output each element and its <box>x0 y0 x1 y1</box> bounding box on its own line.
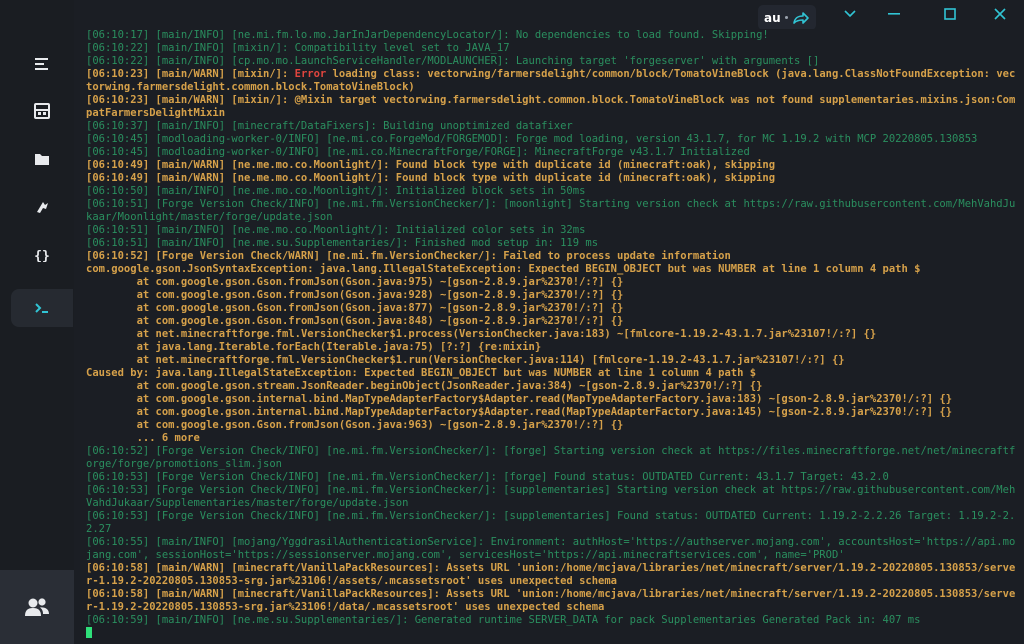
console-line: [06:10:58] [main/WARN] [minecraft/Vanill… <box>86 588 1016 613</box>
console-line: at com.google.gson.internal.bind.MapType… <box>86 393 953 405</box>
console-line: [06:10:22] [main/INFO] [cp.mo.mo.LaunchS… <box>86 55 820 67</box>
language-chip[interactable]: au <box>758 5 816 30</box>
square-icon <box>944 8 956 20</box>
console-line: at com.google.gson.Gson.fromJson(Gson.ja… <box>86 419 624 431</box>
console-line: [06:10:37] [main/INFO] [minecraft/DataFi… <box>86 120 573 132</box>
console-line: at net.minecraftforge.fml.VersionChecker… <box>86 354 845 366</box>
sidebar-item-console[interactable] <box>11 289 73 327</box>
console-line: at com.google.gson.Gson.fromJson(Gson.ja… <box>86 276 624 288</box>
console-line: [06:10:52] [Forge Version Check/WARN] [n… <box>86 250 731 262</box>
console-line: [06:10:53] [Forge Version Check/INFO] [n… <box>86 484 1016 509</box>
console-line: [06:10:49] [main/WARN] [ne.me.mo.co.Moon… <box>86 159 776 171</box>
console-line: at com.google.gson.stream.JsonReader.beg… <box>86 380 763 392</box>
language-code: au <box>764 10 781 25</box>
plugins-icon <box>37 202 48 213</box>
console-line: at com.google.gson.Gson.fromJson(Gson.ja… <box>86 302 624 314</box>
console-line: [06:10:50] [main/INFO] [ne.me.mo.co.Moon… <box>86 185 586 197</box>
console-line: at com.google.gson.internal.bind.MapType… <box>86 406 953 418</box>
console-line: [06:10:49] [main/WARN] [ne.me.mo.co.Moon… <box>86 172 776 184</box>
console-line: [06:10:51] [main/INFO] [ne.me.su.Supplem… <box>86 237 599 249</box>
sidebar: {} <box>0 0 74 644</box>
console-line: at com.google.gson.Gson.fromJson(Gson.ja… <box>86 289 624 301</box>
sidebar-item-users[interactable] <box>0 570 74 644</box>
separator-dot <box>784 16 788 19</box>
console-line: ... 6 more <box>86 432 200 444</box>
users-icon <box>25 598 49 616</box>
close-button[interactable] <box>988 4 1012 24</box>
console-line: at java.lang.Iterable.forEach(Iterable.j… <box>86 341 542 353</box>
hide-button[interactable] <box>882 4 906 24</box>
console-line: [06:10:23] [main/WARN] [mixin/]: Error l… <box>86 68 1016 93</box>
terminal-icon <box>35 303 48 313</box>
list-icon <box>35 58 48 70</box>
console-line: [06:10:45] [modloading-worker-0/INFO] [n… <box>86 146 750 158</box>
folder-icon <box>35 154 49 165</box>
console-prompt[interactable] <box>84 627 1024 641</box>
console-line: [06:10:59] [main/INFO] [ne.me.su.Supplem… <box>86 614 921 626</box>
console-line: Caused by: java.lang.IllegalStateExcepti… <box>86 367 757 379</box>
console-line: [06:10:22] [main/INFO] [mixin/]: Compati… <box>86 42 510 54</box>
share-arrow-icon <box>792 11 809 24</box>
error-keyword: Error <box>294 68 327 80</box>
server-icon <box>34 103 50 119</box>
console-output[interactable]: [06:10:17] [main/INFO] [ne.mi.fm.lo.mo.J… <box>84 29 1024 644</box>
console-line: [06:10:52] [Forge Version Check/INFO] [n… <box>86 445 1016 470</box>
console-line: [06:10:55] [main/INFO] [mojang/Yggdrasil… <box>86 536 1016 561</box>
console-line: com.google.gson.JsonSyntaxException: jav… <box>86 263 921 275</box>
console-line: [06:10:51] [Forge Version Check/INFO] [n… <box>86 198 1016 223</box>
chevron-down-icon <box>844 10 856 18</box>
sidebar-item-list[interactable] <box>11 45 73 83</box>
text-cursor <box>86 627 92 638</box>
sidebar-item-server[interactable] <box>11 92 73 130</box>
minimize-button[interactable] <box>838 4 862 24</box>
close-icon <box>994 8 1006 20</box>
console-line: [06:10:51] [main/INFO] [ne.me.mo.co.Moon… <box>86 224 586 236</box>
console-line: at com.google.gson.Gson.fromJson(Gson.ja… <box>86 315 624 327</box>
minus-icon <box>888 13 900 15</box>
maximize-button[interactable] <box>938 4 962 24</box>
code-braces-icon: {} <box>34 249 50 262</box>
console-line: [06:10:53] [Forge Version Check/INFO] [n… <box>86 471 889 483</box>
console-line: [06:10:53] [Forge Version Check/INFO] [n… <box>86 510 1016 535</box>
console-line: [06:10:17] [main/INFO] [ne.mi.fm.lo.mo.J… <box>86 29 769 41</box>
console-line: [06:10:23] [main/WARN] [mixin/]: @Mixin … <box>86 94 1016 119</box>
sidebar-item-code[interactable]: {} <box>11 236 73 274</box>
svg-text:{}: {} <box>34 249 50 262</box>
console-line: at net.minecraftforge.fml.VersionChecker… <box>86 328 877 340</box>
console-line: [06:10:58] [main/WARN] [minecraft/Vanill… <box>86 562 1016 587</box>
title-bar: au <box>74 0 1024 30</box>
sidebar-item-plugins[interactable] <box>11 188 73 226</box>
panel-app: {} au [06:10:17] [main/INFO] [ne.mi.fm.l… <box>0 0 1024 644</box>
console-line: [06:10:45] [modloading-worker-0/INFO] [n… <box>86 133 978 145</box>
console-lines: [06:10:17] [main/INFO] [ne.mi.fm.lo.mo.J… <box>84 29 1024 627</box>
sidebar-item-files[interactable] <box>11 140 73 178</box>
